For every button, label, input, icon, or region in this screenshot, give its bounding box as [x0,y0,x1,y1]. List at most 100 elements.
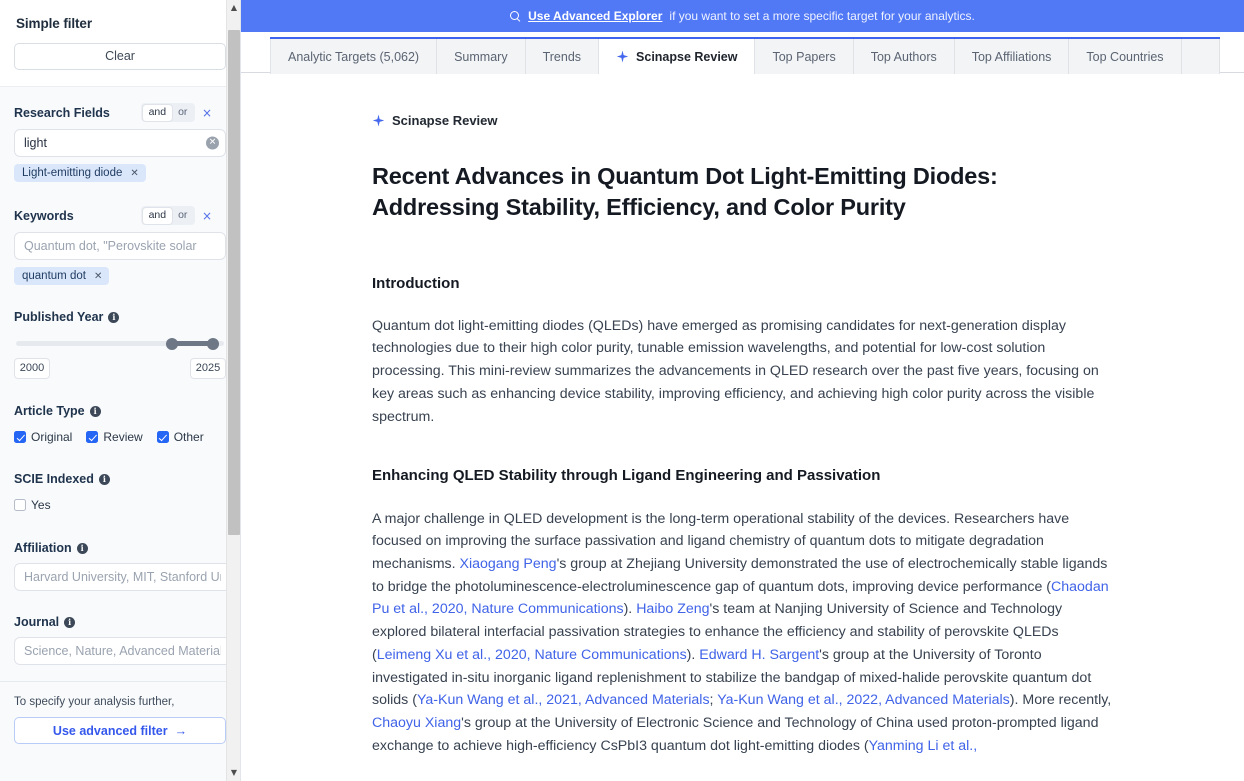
research-fields-header: Research Fields and or × [14,103,226,122]
page-title: Simple filter [16,16,226,31]
article-type-options: Original Review Other [14,430,226,444]
checkbox-box[interactable] [14,499,26,511]
filter-group-research-fields: Research Fields and or × ✕ Light [0,87,240,184]
scie-indexed-text: SCIE Indexed [14,472,94,486]
keywords-input-wrap [14,232,226,260]
main-panel: Use Advanced Explorer if you want to set… [241,0,1244,781]
checkbox-scie-yes[interactable]: Yes [14,498,51,512]
keywords-or-option[interactable]: or [172,208,193,224]
sidebar-header: Simple filter Clear [0,0,240,87]
article-type-text: Article Type [14,404,85,418]
filter-chip[interactable]: quantum dot ✕ [14,267,109,285]
checkbox-review[interactable]: Review [86,430,142,444]
filter-section-published-year: Published Year i 2000 2025 [0,287,240,379]
tab-label: Top Authors [871,50,937,64]
keywords-header: Keywords and or × [14,206,226,225]
keywords-operator-toggle[interactable]: and or [141,206,195,225]
sidebar-scrollbar[interactable]: ▲ ▼ [226,0,240,781]
tab-strip: Analytic Targets (5,062) Summary Trends … [270,37,1220,72]
document-brand: Scinapse Review [372,113,1117,128]
section-paragraph-stability: A major challenge in QLED development is… [372,508,1117,758]
research-fields-remove-icon[interactable]: × [202,108,212,118]
filter-section-scie-indexed: SCIE Indexed i Yes [0,446,240,512]
tab-label: Summary [454,50,507,64]
tab-top-countries[interactable]: Top Countries [1069,39,1181,74]
checkbox-box[interactable] [157,431,169,443]
tab-label: Top Papers [772,50,835,64]
document-brand-label: Scinapse Review [392,113,498,128]
chip-remove-icon[interactable]: ✕ [94,271,102,282]
tab-summary[interactable]: Summary [437,39,525,74]
tab-scinapse-review[interactable]: Scinapse Review [599,39,755,74]
affiliation-text: Affiliation [14,541,72,555]
info-icon[interactable]: i [90,406,101,417]
info-icon[interactable]: i [64,617,75,628]
tab-top-papers[interactable]: Top Papers [755,39,853,74]
research-fields-input-wrap: ✕ [14,129,226,157]
chip-label: quantum dot [22,270,86,282]
affiliation-input[interactable] [14,563,231,591]
info-icon[interactable]: i [108,312,119,323]
document-title: Recent Advances in Quantum Dot Light-Emi… [372,161,1117,224]
journal-label: Journal i [14,615,226,629]
sparkle-icon [372,114,385,127]
journal-input[interactable] [14,637,231,665]
tab-trends[interactable]: Trends [526,39,599,74]
research-fields-and-option[interactable]: and [143,105,173,121]
sidebar-footer: To specify your analysis further, Use ad… [0,682,240,744]
chip-label: Light-emitting diode [22,167,122,179]
published-year-text: Published Year [14,310,103,324]
use-advanced-filter-label: Use advanced filter [53,724,168,738]
tab-label: Trends [543,50,581,64]
keywords-remove-icon[interactable]: × [202,211,212,221]
research-fields-chips: Light-emitting diode ✕ [14,164,226,182]
tab-label: Scinapse Review [636,50,737,64]
keywords-input[interactable] [14,232,226,260]
published-year-label: Published Year i [14,310,226,324]
journal-text: Journal [14,615,59,629]
keywords-and-option[interactable]: and [143,208,173,224]
scrollbar-thumb[interactable] [228,30,240,535]
scroll-up-arrow-icon[interactable]: ▲ [227,0,241,16]
advanced-explorer-banner: Use Advanced Explorer if you want to set… [241,0,1244,32]
scie-indexed-label: SCIE Indexed i [14,472,226,486]
year-min-input[interactable]: 2000 [14,358,50,379]
research-fields-or-option[interactable]: or [172,105,193,121]
slider-handle-min[interactable] [166,338,178,350]
advanced-explorer-link[interactable]: Use Advanced Explorer [528,9,662,23]
research-fields-operator-toggle[interactable]: and or [141,103,195,122]
checkbox-box[interactable] [86,431,98,443]
article-type-label: Article Type i [14,404,226,418]
checkbox-box[interactable] [14,431,26,443]
checkbox-label: Review [103,430,142,444]
tab-analytic-targets[interactable]: Analytic Targets (5,062) [270,39,437,74]
checkbox-label: Original [31,430,72,444]
tab-top-authors[interactable]: Top Authors [854,39,955,74]
scie-indexed-options: Yes [14,498,226,512]
checkbox-other[interactable]: Other [157,430,204,444]
affiliation-label: Affiliation i [14,541,226,555]
info-icon[interactable]: i [99,474,110,485]
published-year-slider[interactable] [16,336,224,352]
filter-group-keywords: Keywords and or × quantum dot [0,184,240,287]
tab-top-affiliations[interactable]: Top Affiliations [955,39,1070,74]
year-max-input[interactable]: 2025 [190,358,226,379]
tab-bar: Analytic Targets (5,062) Summary Trends … [241,32,1244,73]
use-advanced-filter-button[interactable]: Use advanced filter → [14,717,226,744]
info-icon[interactable]: i [77,543,88,554]
chip-remove-icon[interactable]: ✕ [130,168,138,179]
scroll-down-arrow-icon[interactable]: ▼ [227,765,241,781]
sparkle-icon [616,50,629,63]
filter-chip[interactable]: Light-emitting diode ✕ [14,164,146,182]
research-fields-clear-icon[interactable]: ✕ [206,137,219,150]
section-heading-stability: Enhancing QLED Stability through Ligand … [372,466,1117,486]
filter-section-journal: Journal i [0,591,240,665]
keywords-controls: and or × [141,206,212,225]
arrow-right-icon: → [175,724,188,738]
checkbox-original[interactable]: Original [14,430,72,444]
research-fields-input[interactable] [14,129,226,157]
slider-handle-max[interactable] [207,338,219,350]
clear-button[interactable]: Clear [14,43,226,70]
tab-strip-filler [1182,39,1220,74]
content-scroll-area: Scinapse Review Recent Advances in Quant… [241,73,1244,781]
